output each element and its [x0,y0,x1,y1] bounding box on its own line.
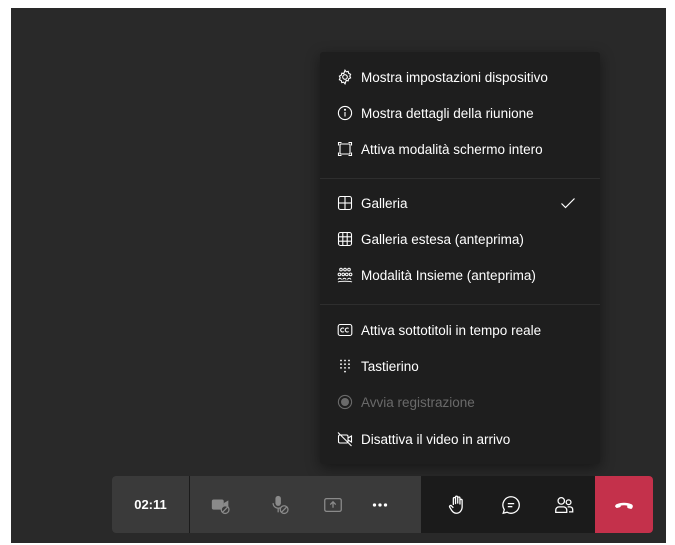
menu-item-label: Disattiva il video in arrivo [361,431,511,447]
menu-item-label: Galleria estesa (anteprima) [361,231,524,247]
closed-captions-icon [337,322,353,338]
dialpad-icon [337,358,353,374]
mic-off-button[interactable] [258,476,302,533]
meeting-stage: Mostra impostazioni dispositivo Mostra d… [11,8,666,543]
menu-item-meeting-details[interactable]: Mostra dettagli della riunione [320,95,600,131]
hand-icon [448,494,463,514]
checkmark-icon [560,195,576,211]
menu-separator [320,178,600,179]
people-icon [555,496,574,513]
chat-button[interactable] [489,476,533,533]
camera-off-button[interactable] [199,476,243,533]
menu-item-label: Galleria [361,195,408,211]
chat-icon [502,495,520,514]
fullscreen-icon [337,141,353,157]
menu-item-label: Avvia registrazione [361,394,475,410]
menu-item-disable-incoming-video[interactable]: Disattiva il video in arrivo [320,421,600,457]
menu-item-label: Mostra impostazioni dispositivo [361,69,548,85]
menu-item-device-settings[interactable]: Mostra impostazioni dispositivo [320,59,600,95]
menu-item-dialpad[interactable]: Tastierino [320,348,600,384]
share-screen-icon [324,497,342,512]
raise-hand-button[interactable] [435,476,479,533]
menu-item-together-mode[interactable]: Modalità Insieme (anteprima) [320,257,600,293]
call-timer: 02:11 [112,476,189,533]
menu-item-live-captions[interactable]: Attiva sottotitoli in tempo reale [320,312,600,348]
menu-item-start-recording: Avvia registrazione [320,384,600,420]
menu-item-label: Attiva sottotitoli in tempo reale [361,322,542,338]
call-toolbar: 02:11 [112,476,653,533]
menu-item-gallery[interactable]: Galleria [320,185,600,221]
menu-separator [320,304,600,305]
more-icon [372,502,388,507]
menu-item-fullscreen[interactable]: Attiva modalità schermo intero [320,131,600,167]
menu-item-label: Modalità Insieme (anteprima) [361,267,536,283]
participants-button[interactable] [542,476,586,533]
menu-item-large-gallery[interactable]: Galleria estesa (anteprima) [320,221,600,257]
share-screen-button[interactable] [311,476,355,533]
gallery-icon [337,195,353,211]
menu-item-label: Tastierino [361,358,419,374]
record-icon [337,394,353,410]
menu-item-label: Mostra dettagli della riunione [361,105,534,121]
video-off-icon [337,431,353,447]
menu-item-label: Attiva modalità schermo intero [361,141,543,157]
together-mode-icon [337,267,353,283]
mic-off-icon [272,495,289,514]
more-actions-menu: Mostra impostazioni dispositivo Mostra d… [320,52,600,464]
hang-up-button[interactable] [595,476,653,533]
more-actions-button[interactable] [358,476,402,533]
hang-up-icon [615,502,633,509]
large-gallery-icon [337,231,353,247]
gear-icon [337,69,353,85]
info-icon [337,105,353,121]
camera-off-icon [211,499,230,514]
